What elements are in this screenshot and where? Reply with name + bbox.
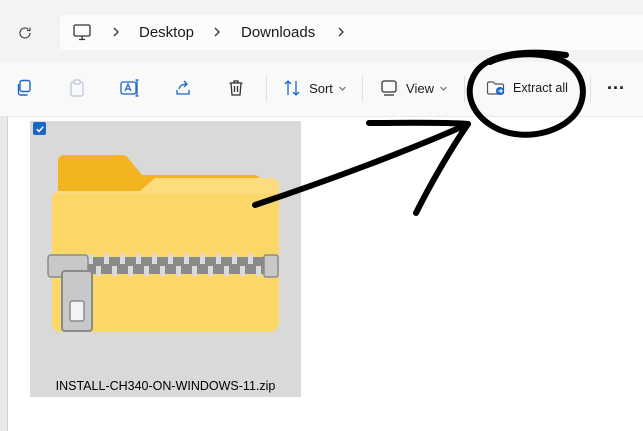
more-label: ... bbox=[606, 73, 625, 93]
sort-icon bbox=[284, 80, 300, 96]
delete-icon bbox=[229, 80, 243, 96]
extract-icon bbox=[486, 81, 505, 95]
view-icon bbox=[381, 80, 397, 96]
breadcrumb-downloads[interactable]: Downloads bbox=[241, 24, 315, 41]
share-icon bbox=[176, 80, 190, 95]
checkmark-icon bbox=[35, 125, 44, 132]
rename-icon bbox=[120, 79, 139, 97]
chevron-down-icon bbox=[440, 86, 447, 91]
paste-icon bbox=[70, 79, 84, 97]
navigation-pane-edge bbox=[0, 117, 7, 431]
view-label: View bbox=[406, 80, 434, 96]
sort-button[interactable]: Sort bbox=[280, 72, 350, 104]
command-bar: Sort View Extract all ... bbox=[0, 62, 643, 117]
chevron-right-icon bbox=[113, 27, 119, 37]
toolbar-separator bbox=[362, 76, 363, 102]
more-options-button[interactable]: ... bbox=[600, 72, 632, 104]
toolbar-separator bbox=[590, 76, 591, 102]
refresh-button[interactable] bbox=[12, 20, 38, 46]
toolbar-separator bbox=[464, 76, 465, 102]
extract-all-button[interactable]: Extract all bbox=[481, 72, 573, 104]
address-row: Desktop Downloads bbox=[0, 0, 643, 62]
sort-label: Sort bbox=[309, 80, 333, 96]
file-item[interactable] bbox=[30, 121, 301, 397]
copy-icon bbox=[17, 79, 31, 96]
this-pc-icon bbox=[73, 24, 91, 41]
chevron-right-icon bbox=[214, 27, 220, 37]
address-bar[interactable]: Desktop Downloads bbox=[60, 15, 643, 50]
toolbar-separator bbox=[266, 76, 267, 102]
paste-button[interactable] bbox=[63, 72, 91, 104]
file-name: INSTALL-CH340-ON-WINDOWS-11.zip bbox=[55, 379, 276, 393]
selection-checkbox[interactable] bbox=[33, 122, 46, 135]
delete-button[interactable] bbox=[222, 72, 250, 104]
copy-button[interactable] bbox=[10, 72, 38, 104]
zip-folder-icon bbox=[47, 155, 279, 332]
extract-all-label: Extract all bbox=[513, 81, 568, 95]
share-button[interactable] bbox=[169, 72, 197, 104]
chevron-right-icon[interactable] bbox=[334, 25, 348, 39]
breadcrumb-desktop[interactable]: Desktop bbox=[139, 24, 194, 41]
chevron-down-icon bbox=[339, 86, 346, 91]
view-button[interactable]: View bbox=[378, 72, 450, 104]
refresh-icon bbox=[19, 27, 31, 39]
rename-button[interactable] bbox=[116, 72, 144, 104]
